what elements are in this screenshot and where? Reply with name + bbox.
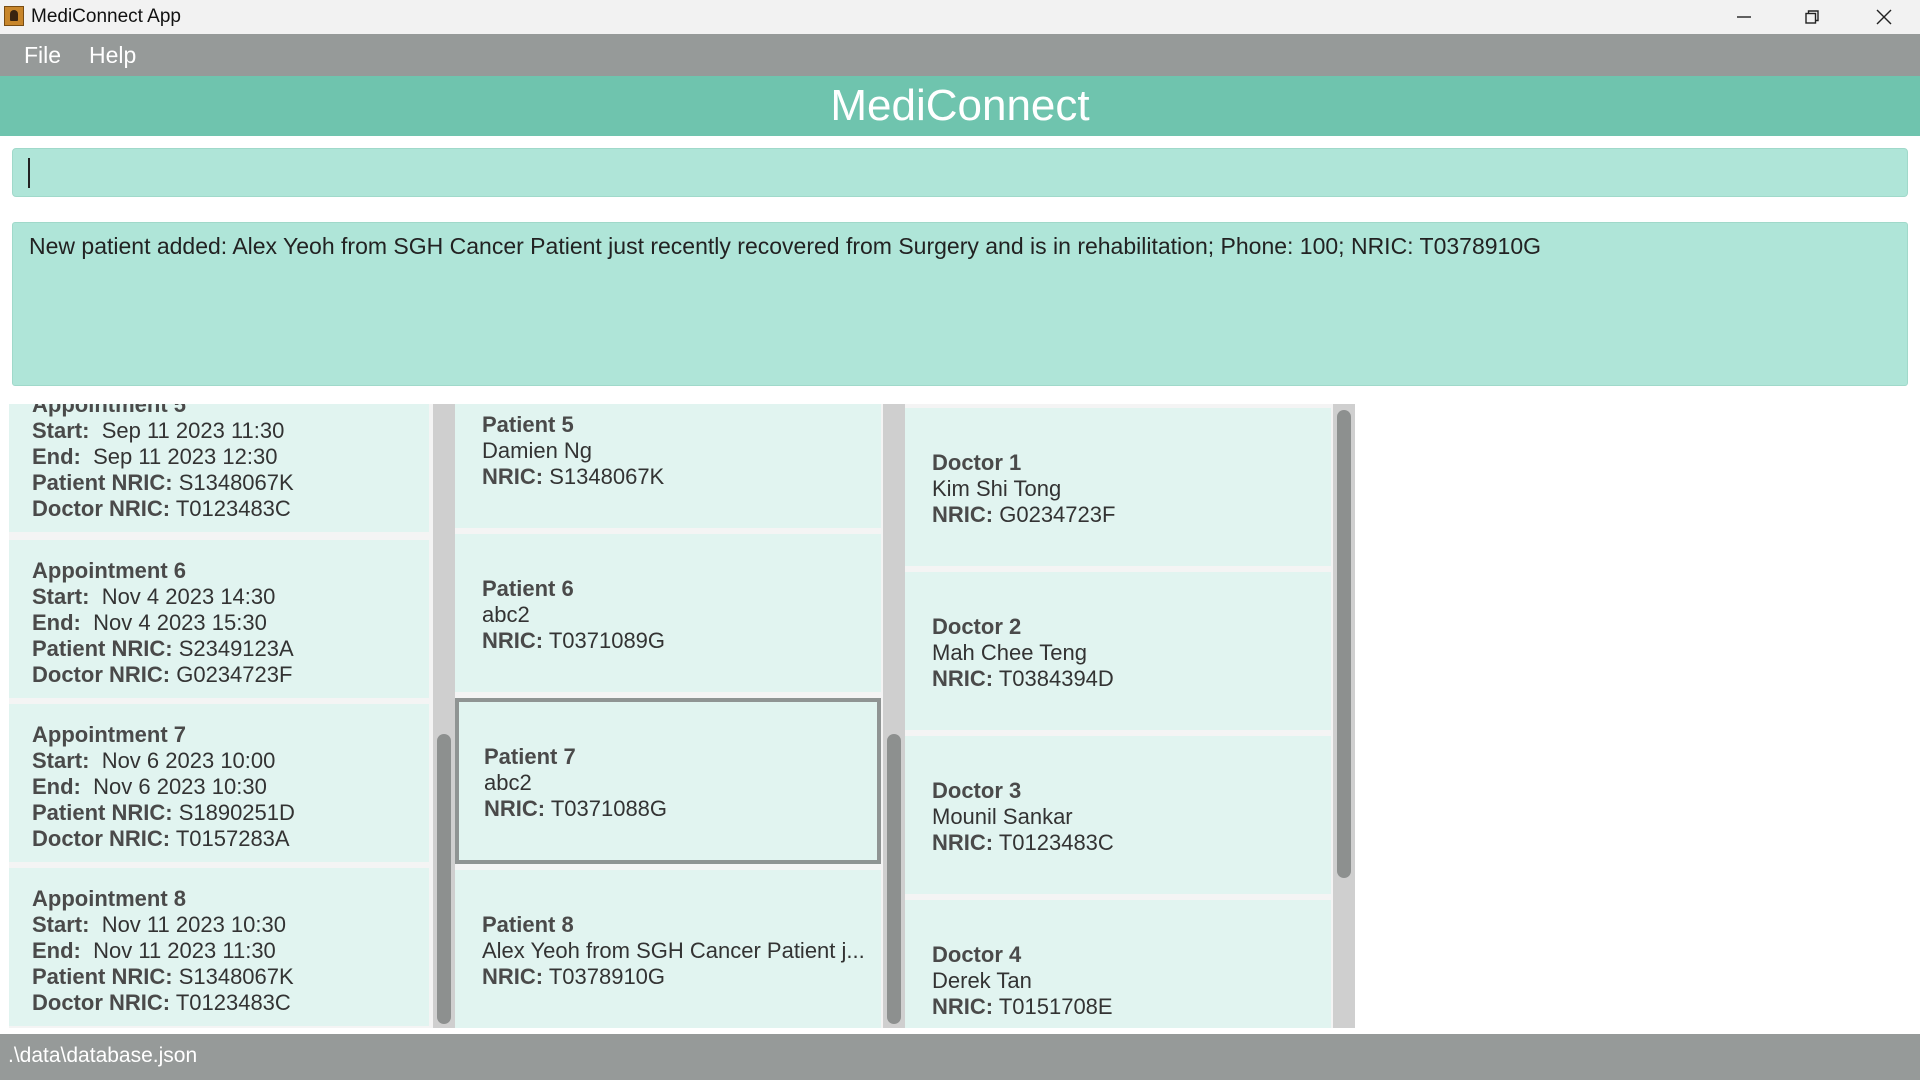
menu-help[interactable]: Help bbox=[89, 42, 136, 69]
patient-list[interactable]: Patient 5 Damien Ng NRIC: S1348067K Pati… bbox=[455, 404, 883, 1028]
result-display: New patient added: Alex Yeoh from SGH Ca… bbox=[12, 222, 1908, 386]
patient-title: Patient 7 bbox=[484, 744, 576, 769]
doctor-card[interactable]: Doctor 1 Kim Shi Tong NRIC: G0234723F bbox=[905, 408, 1331, 566]
appointment-doctor-nric: Doctor NRIC: G0234723F bbox=[32, 662, 293, 687]
patient-name: Damien Ng bbox=[482, 438, 593, 463]
patient-name: abc2 bbox=[482, 602, 530, 627]
menu-file[interactable]: File bbox=[24, 42, 61, 69]
patient-nric: NRIC: T0371088G bbox=[484, 796, 668, 821]
appointment-card[interactable]: Appointment 5 Start: Sep 11 2023 11:30 E… bbox=[9, 404, 429, 532]
patient-card[interactable]: Patient 5 Damien Ng NRIC: S1348067K bbox=[455, 404, 881, 528]
patient-scrollbar[interactable] bbox=[883, 404, 905, 1028]
doctor-title: Doctor 3 bbox=[932, 778, 1022, 803]
minimize-button[interactable] bbox=[1710, 0, 1778, 34]
patient-title: Patient 6 bbox=[482, 576, 574, 601]
patient-nric: NRIC: S1348067K bbox=[482, 464, 665, 489]
doctor-nric: NRIC: T0384394D bbox=[932, 666, 1114, 691]
doctor-scrollbar[interactable] bbox=[1333, 404, 1355, 1028]
appointment-end: End: Nov 4 2023 15:30 bbox=[32, 610, 267, 635]
patient-card[interactable]: Patient 6 abc2 NRIC: T0371089G bbox=[455, 534, 881, 692]
appointment-title: Appointment 5 bbox=[32, 404, 186, 417]
restore-icon bbox=[1805, 10, 1819, 24]
appointment-scrollbar[interactable] bbox=[433, 404, 455, 1028]
app-icon bbox=[4, 6, 24, 26]
appointment-patient-nric: Patient NRIC: S1348067K bbox=[32, 964, 294, 989]
appointment-doctor-nric: Doctor NRIC: T0123483C bbox=[32, 990, 291, 1015]
appointment-doctor-nric: Doctor NRIC: T0157283A bbox=[32, 826, 290, 851]
title-bar: MediConnect App bbox=[0, 0, 1920, 34]
command-input[interactable] bbox=[25, 155, 1885, 191]
doctor-name: Mah Chee Teng bbox=[932, 640, 1087, 665]
appointment-patient-nric: Patient NRIC: S1348067K bbox=[32, 470, 294, 495]
doctor-title: Doctor 1 bbox=[932, 450, 1022, 475]
patient-card[interactable]: Patient 8 Alex Yeoh from SGH Cancer Pati… bbox=[455, 870, 881, 1028]
appointment-scroll-thumb[interactable] bbox=[437, 734, 451, 1024]
appointment-title: Appointment 7 bbox=[32, 722, 186, 747]
doctor-list[interactable]: Doctor 1 Kim Shi Tong NRIC: G0234723F Do… bbox=[905, 404, 1333, 1028]
doctor-card[interactable]: Doctor 2 Mah Chee Teng NRIC: T0384394D bbox=[905, 572, 1331, 730]
status-bar: .\data\database.json bbox=[0, 1034, 1920, 1080]
text-caret bbox=[28, 158, 30, 188]
appointment-title: Appointment 6 bbox=[32, 558, 186, 583]
appointment-start: Start: Sep 11 2023 11:30 bbox=[32, 418, 285, 443]
appointment-start: Start: Nov 4 2023 14:30 bbox=[32, 584, 276, 609]
appointment-title: Appointment 8 bbox=[32, 886, 186, 911]
doctor-nric: NRIC: T0123483C bbox=[932, 830, 1114, 855]
data-file-path: .\data\database.json bbox=[8, 1044, 198, 1067]
appointment-end: End: Sep 11 2023 12:30 bbox=[32, 444, 278, 469]
appointment-card[interactable]: Appointment 6 Start: Nov 4 2023 14:30 En… bbox=[9, 540, 429, 698]
doctor-scroll-thumb[interactable] bbox=[1337, 410, 1351, 878]
patient-name: abc2 bbox=[484, 770, 532, 795]
patient-nric: NRIC: T0378910G bbox=[482, 964, 666, 989]
appointment-list[interactable]: Appointment 5 Start: Sep 11 2023 11:30 E… bbox=[9, 404, 433, 1028]
appointment-patient-nric: Patient NRIC: S1890251D bbox=[32, 800, 295, 825]
appointment-start: Start: Nov 6 2023 10:00 bbox=[32, 748, 276, 773]
minimize-icon bbox=[1737, 16, 1751, 18]
appointment-patient-nric: Patient NRIC: S2349123A bbox=[32, 636, 294, 661]
patient-name: Alex Yeoh from SGH Cancer Patient j... bbox=[482, 938, 865, 963]
command-box bbox=[12, 148, 1908, 197]
appointment-card[interactable]: Appointment 8 Start: Nov 11 2023 10:30 E… bbox=[9, 868, 429, 1026]
result-message: New patient added: Alex Yeoh from SGH Ca… bbox=[29, 233, 1542, 259]
app-title: MediConnect bbox=[830, 81, 1090, 130]
app-header: MediConnect bbox=[0, 76, 1920, 136]
appointment-start: Start: Nov 11 2023 10:30 bbox=[32, 912, 286, 937]
doctor-card[interactable]: Doctor 4 Derek Tan NRIC: T0151708E bbox=[905, 900, 1331, 1028]
doctor-name: Mounil Sankar bbox=[932, 804, 1073, 829]
appointment-card[interactable]: Appointment 7 Start: Nov 6 2023 10:00 En… bbox=[9, 704, 429, 862]
doctor-title: Doctor 2 bbox=[932, 614, 1022, 639]
appointment-end: End: Nov 11 2023 11:30 bbox=[32, 938, 276, 963]
patient-nric: NRIC: T0371089G bbox=[482, 628, 666, 653]
doctor-nric: NRIC: T0151708E bbox=[932, 994, 1113, 1019]
doctor-name: Derek Tan bbox=[932, 968, 1032, 993]
doctor-nric: NRIC: G0234723F bbox=[932, 502, 1116, 527]
close-icon bbox=[1876, 9, 1892, 25]
patient-scroll-thumb[interactable] bbox=[887, 734, 901, 1024]
patient-title: Patient 5 bbox=[482, 412, 574, 437]
patient-card-selected[interactable]: Patient 7 abc2 NRIC: T0371088G bbox=[455, 698, 881, 864]
appointment-doctor-nric: Doctor NRIC: T0123483C bbox=[32, 496, 291, 521]
appointment-end: End: Nov 6 2023 10:30 bbox=[32, 774, 267, 799]
restore-button[interactable] bbox=[1778, 0, 1846, 34]
close-button[interactable] bbox=[1850, 0, 1918, 34]
doctor-title: Doctor 4 bbox=[932, 942, 1022, 967]
patient-title: Patient 8 bbox=[482, 912, 574, 937]
doctor-name: Kim Shi Tong bbox=[932, 476, 1062, 501]
menu-bar: File Help bbox=[0, 34, 1920, 76]
window-title: MediConnect App bbox=[31, 6, 181, 27]
doctor-card[interactable]: Doctor 3 Mounil Sankar NRIC: T0123483C bbox=[905, 736, 1331, 894]
